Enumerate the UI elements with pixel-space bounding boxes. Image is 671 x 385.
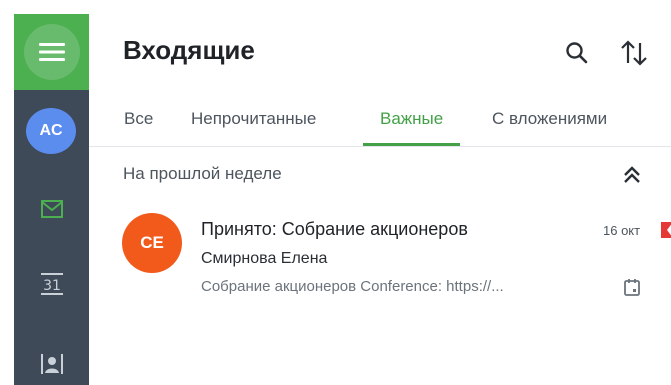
menu-button[interactable] [14,14,89,90]
mail-nav-button[interactable] [36,194,68,224]
tab-with-attachments[interactable]: С вложениями [475,102,624,146]
message-subject: Принято: Собрание акционеров [201,219,468,239]
message-row[interactable]: CE Принято: Собрание акционеров Смирнова… [89,209,671,309]
search-button[interactable] [564,40,590,66]
search-icon [566,42,588,64]
sort-icon [621,40,647,66]
important-flag-icon[interactable] [661,222,671,238]
mail-icon [41,200,63,218]
tab-important[interactable]: Важные [363,102,461,146]
left-rail: AC 31 [14,14,89,385]
calendar-nav-icon: 31 [41,273,63,295]
hamburger-icon [38,43,65,61]
contacts-nav-button[interactable] [36,349,68,379]
message-sender: Смирнова Елена [201,250,328,267]
double-chevron-up-icon [624,166,640,183]
main-panel: Входящие Все Непрочитанные Важные С влож… [89,14,671,385]
sender-avatar-initials: CE [140,233,164,252]
tab-all[interactable]: Все [107,102,170,146]
collapse-section-button[interactable] [621,164,643,186]
section-header: На прошлой неделе [123,164,282,183]
tab-unread[interactable]: Непрочитанные [174,102,333,146]
user-avatar[interactable]: AC [26,108,76,154]
filter-tabs: Все Непрочитанные Важные С вложениями [89,102,671,148]
tabs-divider [89,146,671,147]
page-title: Входящие [123,35,255,65]
contacts-icon [41,354,63,374]
message-date: 16 окт [603,223,641,238]
sender-avatar: CE [122,213,182,273]
calendar-nav-day: 31 [43,278,61,294]
user-avatar-initials: AC [39,122,63,139]
calendar-icon [624,279,640,296]
top-strip [0,0,671,14]
menu-button-circle [23,24,80,80]
calendar-nav-button[interactable]: 31 [36,269,68,299]
sort-button[interactable] [619,38,649,68]
message-preview: Собрание акционеров Conference: https://… [201,278,504,295]
